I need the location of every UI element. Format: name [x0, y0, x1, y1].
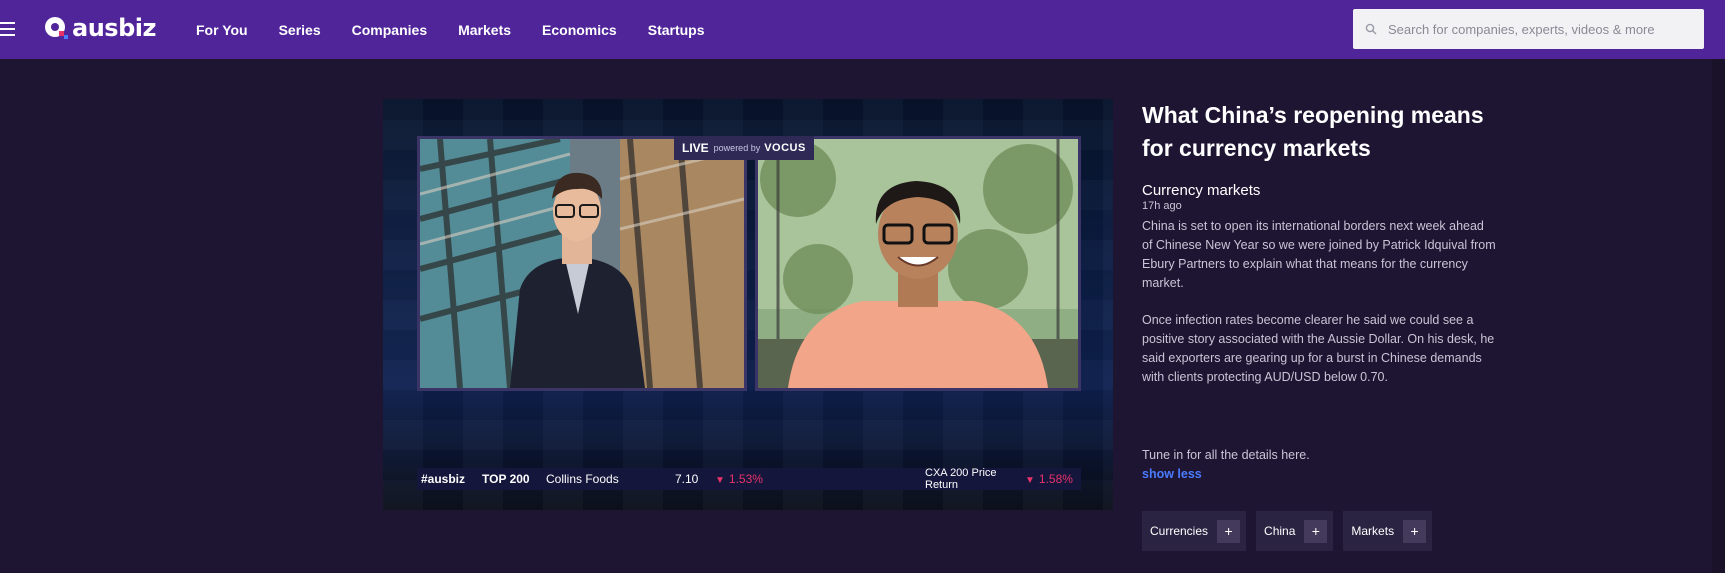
down-arrow-icon: ▼ — [1025, 475, 1035, 486]
nav-companies[interactable]: Companies — [352, 22, 427, 38]
tag-label: Currencies — [1150, 524, 1209, 538]
powered-label: powered by — [713, 143, 761, 153]
tag-label: Markets — [1351, 524, 1395, 538]
down-arrow-icon: ▼ — [715, 475, 725, 486]
tag-china[interactable]: China + — [1256, 511, 1334, 551]
search-box[interactable] — [1353, 9, 1704, 49]
ticker-brand: #ausbiz — [421, 472, 466, 486]
logo[interactable]: ausbiz — [44, 14, 156, 42]
logo-mark-icon — [44, 16, 68, 40]
ticker-change: ▼ 1.53% — [715, 472, 925, 486]
tune-in-text: Tune in for all the details here. — [1142, 448, 1310, 462]
video-player[interactable]: LIVE powered by VOCUS #ausbiz TOP 200 Co… — [383, 99, 1113, 510]
top-navbar: ausbiz For You Series Companies Markets … — [0, 0, 1725, 59]
main-nav: For You Series Companies Markets Economi… — [196, 0, 736, 59]
live-badge: LIVE powered by VOCUS — [674, 136, 814, 160]
plus-icon[interactable]: + — [1217, 519, 1241, 543]
ticker-price: 7.10 — [675, 472, 699, 486]
search-icon — [1365, 23, 1377, 35]
nav-markets[interactable]: Markets — [458, 22, 511, 38]
tag-currencies[interactable]: Currencies + — [1142, 511, 1247, 551]
article-title: What China’s reopening means for currenc… — [1142, 102, 1484, 161]
ticker-change2: ▼ 1.58% — [1025, 472, 1073, 486]
ticker-index2: CXA 200 Price Return — [925, 467, 997, 491]
description-paragraph: Once infection rates become clearer he s… — [1142, 313, 1495, 384]
article-timestamp: 17h ago — [1142, 200, 1182, 212]
nav-series[interactable]: Series — [279, 22, 321, 38]
plus-icon[interactable]: + — [1403, 519, 1427, 543]
sponsor-label: VOCUS — [764, 142, 806, 154]
logo-text: ausbiz — [72, 14, 156, 42]
tag-label: China — [1264, 524, 1296, 538]
tag-markets[interactable]: Markets + — [1343, 511, 1433, 551]
nav-for-you[interactable]: For You — [196, 22, 248, 38]
nav-economics[interactable]: Economics — [542, 22, 617, 38]
video-pane-guest — [755, 136, 1081, 391]
tag-list: Currencies + China + Markets + — [1142, 511, 1442, 551]
plus-icon[interactable]: + — [1304, 519, 1328, 543]
live-label: LIVE — [682, 141, 709, 155]
ticker-change-value: 1.53% — [728, 472, 763, 486]
article-description: China is set to open its international b… — [1142, 217, 1496, 405]
search-input[interactable] — [1388, 21, 1688, 37]
ticker-index: TOP 200 — [482, 472, 530, 486]
menu-icon[interactable] — [0, 22, 15, 36]
page-scrollbar[interactable] — [1712, 59, 1725, 573]
show-less-link[interactable]: show less — [1142, 467, 1202, 481]
video-pane-host — [417, 136, 747, 391]
ticker-change2-value: 1.58% — [1038, 472, 1073, 486]
article-category[interactable]: Currency markets — [1142, 182, 1260, 199]
nav-startups[interactable]: Startups — [648, 22, 705, 38]
market-ticker: #ausbiz TOP 200 Collins Foods 7.10 ▼ 1.53… — [417, 467, 1081, 491]
ticker-stock: Collins Foods — [546, 472, 619, 486]
description-paragraph: China is set to open its international b… — [1142, 219, 1496, 290]
